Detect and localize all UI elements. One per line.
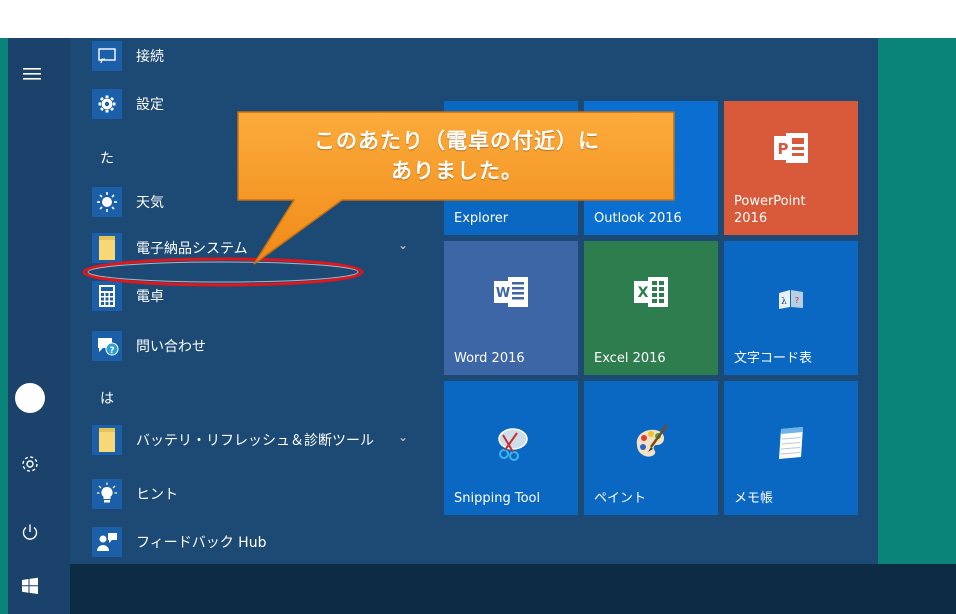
powerpoint-icon: P [724, 131, 858, 165]
weather-sun-icon [92, 187, 122, 217]
character-map-icon: λ? [724, 287, 858, 311]
snipping-tool-icon [444, 423, 578, 461]
app-label: 問い合わせ [136, 339, 206, 355]
app-tips[interactable]: ヒント [92, 474, 422, 514]
annotation-callout-text: このあたり（電卓の付近）に ありました。 [238, 126, 676, 186]
callout-line-1: このあたり（電卓の付近）に [314, 129, 600, 153]
notepad-icon [724, 423, 858, 461]
app-label: バッテリ・リフレッシュ＆診断ツール [136, 433, 374, 449]
contact-support-icon: ? [92, 331, 122, 361]
hamburger-menu-icon[interactable] [12, 54, 52, 94]
tile-character-map[interactable]: λ? 文字コード表 [724, 241, 858, 375]
svg-text:W: W [496, 286, 510, 301]
tile-label: PowerPoint 2016 [734, 194, 806, 226]
svg-text:?: ? [109, 346, 114, 356]
user-avatar-icon[interactable] [10, 378, 50, 418]
section-header-ha[interactable]: は [100, 388, 114, 408]
app-feedback-hub[interactable]: フィードバック Hub [92, 522, 422, 562]
top-strip [0, 0, 956, 38]
callout-line-2: ありました。 [391, 159, 523, 183]
power-icon[interactable] [10, 512, 50, 552]
tile-snipping-tool[interactable]: Snipping Tool [444, 381, 578, 515]
tile-label: Excel 2016 [594, 351, 666, 366]
svg-text:X: X [638, 285, 649, 301]
tile-paint[interactable]: ペイント [584, 381, 718, 515]
tile-label: Word 2016 [454, 351, 525, 366]
feedback-icon [92, 527, 122, 557]
svg-text:?: ? [795, 296, 799, 305]
gear-icon [92, 89, 122, 119]
app-label: 設定 [136, 97, 164, 113]
tile-notepad[interactable]: メモ帳 [724, 381, 858, 515]
app-label: フィードバック Hub [136, 535, 267, 551]
tile-label: 文字コード表 [734, 351, 813, 366]
svg-text:P: P [778, 140, 789, 158]
app-contact-support[interactable]: ? 問い合わせ [92, 326, 422, 366]
app-label: 電卓 [136, 289, 164, 305]
app-folder-battery-refresh[interactable]: バッテリ・リフレッシュ＆診断ツール ⌄ [92, 420, 422, 460]
tile-powerpoint-2016[interactable]: P PowerPoint 2016 [724, 101, 858, 235]
paint-palette-icon [584, 423, 718, 461]
start-rail [8, 38, 70, 614]
lightbulb-icon [92, 479, 122, 509]
word-icon: W [444, 275, 578, 309]
tile-label: メモ帳 [734, 491, 774, 506]
windows-start-icon[interactable] [10, 566, 50, 606]
connect-icon [92, 41, 122, 71]
section-header-ta[interactable]: た [100, 148, 114, 168]
tile-label: ペイント [594, 491, 647, 506]
taskbar [70, 564, 956, 614]
chevron-down-icon[interactable]: ⌄ [398, 430, 408, 444]
settings-gear-icon[interactable] [10, 444, 50, 484]
app-connect[interactable]: 接続 [92, 36, 422, 76]
app-label: 天気 [136, 195, 164, 211]
app-label: ヒント [136, 487, 178, 503]
svg-text:λ: λ [781, 297, 787, 307]
app-label: 接続 [136, 49, 164, 65]
tile-label: Snipping Tool [454, 491, 541, 506]
excel-icon: X [584, 275, 718, 309]
folder-icon [92, 425, 122, 455]
